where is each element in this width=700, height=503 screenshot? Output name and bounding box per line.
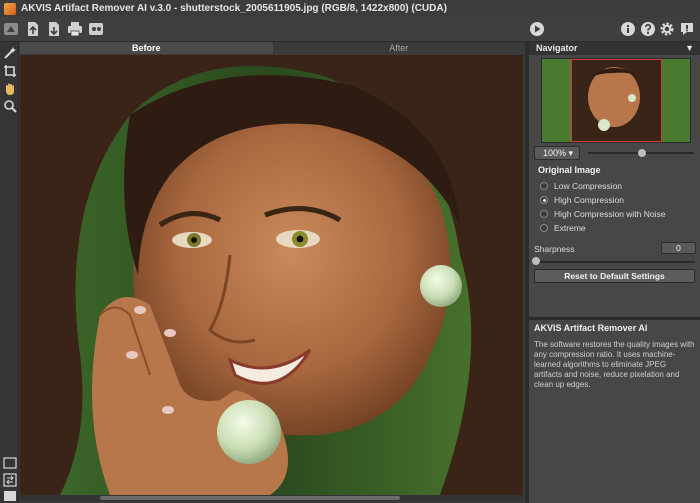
reset-defaults-button[interactable]: Reset to Default Settings bbox=[534, 269, 695, 283]
image-canvas[interactable] bbox=[20, 55, 523, 495]
left-toolbar bbox=[0, 42, 19, 503]
zoom-dropdown[interactable]: 100% ▾ bbox=[534, 146, 580, 160]
view-mode-icon[interactable] bbox=[2, 488, 17, 503]
info-title: AKVIS Artifact Remover AI bbox=[534, 323, 648, 333]
help-icon[interactable] bbox=[640, 21, 656, 37]
play-icon[interactable] bbox=[529, 21, 545, 37]
sharpness-value-field[interactable]: 0 bbox=[661, 242, 696, 254]
radio-dot[interactable] bbox=[540, 210, 548, 218]
section-title: Original Image bbox=[538, 165, 601, 175]
option-extreme[interactable]: Extreme bbox=[540, 222, 586, 234]
open-icon[interactable] bbox=[25, 21, 41, 37]
save-icon[interactable] bbox=[46, 21, 62, 37]
scrollbar-thumb[interactable] bbox=[100, 496, 400, 500]
sharpness-slider-thumb[interactable] bbox=[532, 257, 540, 265]
option-low-compression[interactable]: Low Compression bbox=[540, 180, 622, 192]
collapse-chevron-icon[interactable]: ▼ bbox=[685, 42, 694, 55]
navigator-preview[interactable] bbox=[541, 58, 691, 143]
news-icon[interactable] bbox=[679, 21, 695, 37]
about-icon[interactable] bbox=[620, 21, 636, 37]
sharpness-slider[interactable] bbox=[535, 261, 695, 263]
title-bar: AKVIS Artifact Remover AI v.3.0 - shutte… bbox=[0, 0, 700, 17]
navigator-viewport[interactable] bbox=[570, 59, 662, 142]
radio-dot[interactable] bbox=[540, 224, 548, 232]
toolbar bbox=[0, 17, 700, 42]
radio-dot-selected[interactable] bbox=[540, 196, 548, 204]
hand-icon[interactable] bbox=[2, 81, 17, 96]
tab-before[interactable]: Before bbox=[20, 42, 273, 54]
panel-divider bbox=[529, 317, 700, 320]
right-panel: Navigator ▼ 100% ▾ Original Image Low Co… bbox=[529, 42, 700, 503]
navigator-header: Navigator ▼ bbox=[529, 42, 700, 55]
window-title: AKVIS Artifact Remover AI v.3.0 - shutte… bbox=[21, 3, 447, 14]
navigator-title: Navigator bbox=[536, 43, 578, 53]
horizontal-scrollbar[interactable] bbox=[20, 495, 523, 501]
info-description: The software restores the quality images… bbox=[534, 340, 695, 389]
settings-icon[interactable] bbox=[659, 21, 675, 37]
zoom-icon[interactable] bbox=[2, 98, 17, 113]
zoom-control: 100% ▾ bbox=[534, 146, 698, 162]
radio-dot[interactable] bbox=[540, 182, 548, 190]
crop-icon[interactable] bbox=[2, 63, 17, 78]
home-icon[interactable] bbox=[3, 21, 19, 37]
option-high-compression[interactable]: High Compression bbox=[540, 194, 624, 206]
share-icon[interactable] bbox=[88, 21, 104, 37]
background-color-icon[interactable] bbox=[2, 455, 17, 470]
tab-after[interactable]: After bbox=[272, 42, 525, 54]
zoom-slider-thumb[interactable] bbox=[638, 149, 646, 157]
magic-wand-icon[interactable] bbox=[2, 45, 17, 60]
print-icon[interactable] bbox=[67, 21, 83, 37]
swap-view-icon[interactable] bbox=[2, 472, 17, 487]
view-tabs: Before After bbox=[20, 42, 525, 54]
photo-portrait bbox=[20, 55, 523, 495]
sharpness-label: Sharpness bbox=[534, 244, 575, 254]
option-high-compression-noise[interactable]: High Compression with Noise bbox=[540, 208, 666, 220]
app-logo-icon bbox=[4, 2, 16, 15]
